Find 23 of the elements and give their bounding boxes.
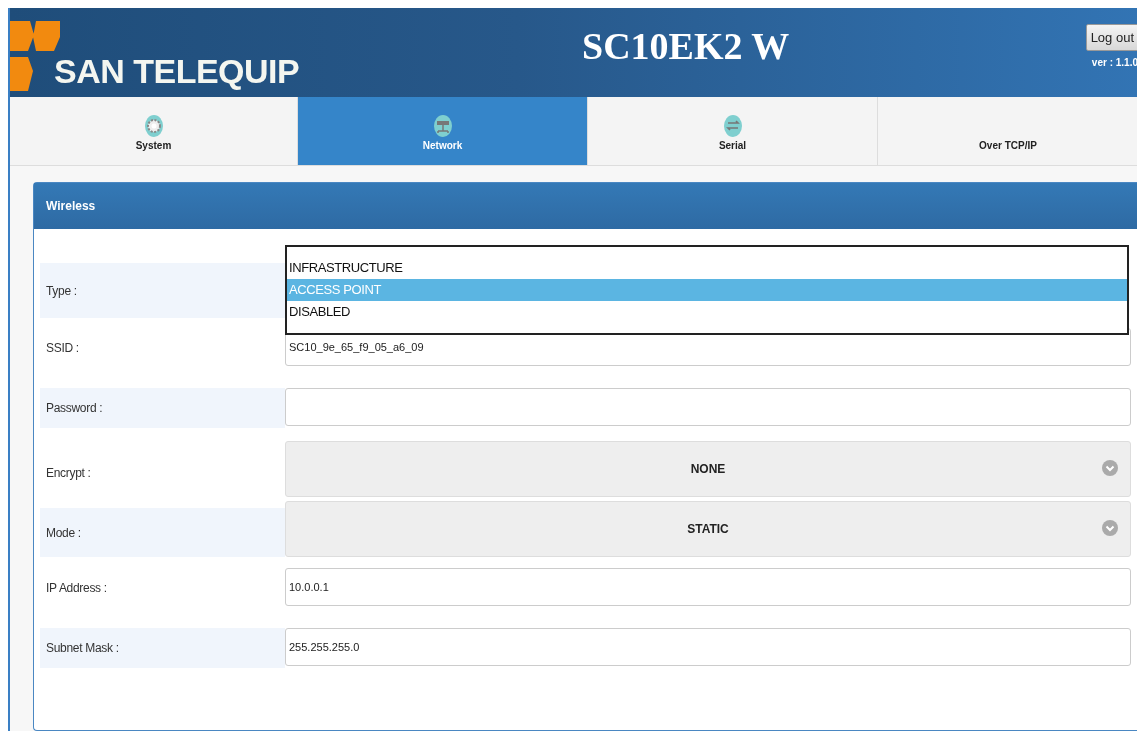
input-field[interactable] — [285, 388, 1131, 426]
field-label: SSID : — [45, 340, 80, 357]
panel-title: Wireless — [34, 183, 1137, 229]
input-field[interactable]: 255.255.255.0 — [285, 628, 1131, 666]
field-label: Mode : — [40, 508, 285, 557]
version-text: ver : 1.1.0 — [1091, 57, 1137, 68]
field-label: IP Address : — [45, 580, 108, 597]
field-label: Type : — [40, 263, 285, 318]
arrows-icon — [723, 115, 742, 137]
field-label: Encrypt : — [45, 464, 92, 482]
chevron-icon — [1102, 460, 1118, 476]
device-title: SC10EK2 W — [582, 23, 790, 68]
chevron-icon — [1102, 520, 1118, 536]
network-icon — [433, 115, 452, 137]
field-label: Subnet Mask : — [40, 628, 285, 668]
dropdown[interactable]: STATIC — [285, 501, 1131, 557]
dropdown[interactable]: NONE — [285, 441, 1131, 497]
logout-button[interactable]: Log out — [1085, 24, 1137, 51]
brand-name: SAN TELEQUIP — [54, 52, 300, 91]
nav-tab[interactable]: Network — [298, 97, 588, 165]
input-field[interactable]: 10.0.0.1 — [285, 568, 1131, 606]
gear-icon — [144, 115, 163, 137]
field-label: Password : — [40, 388, 285, 428]
